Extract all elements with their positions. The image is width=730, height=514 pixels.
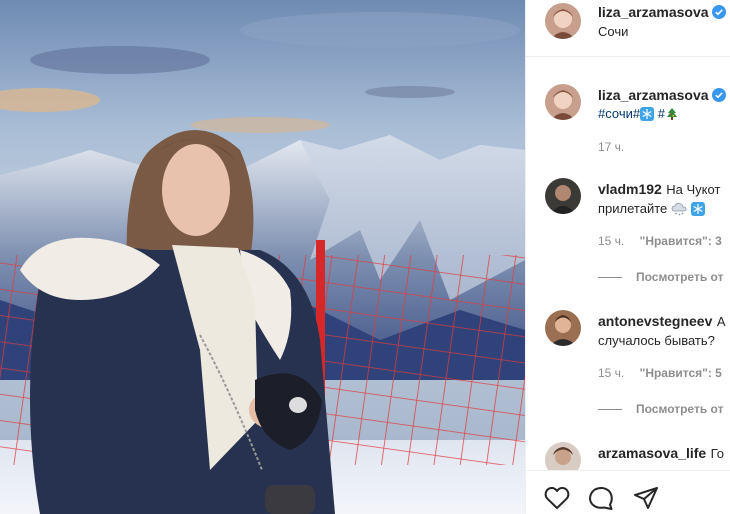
cloud-snow-emoji-icon (671, 202, 687, 219)
heart-icon[interactable] (544, 486, 570, 514)
hashtag-sochi[interactable]: #сочи (598, 106, 633, 121)
post-photo[interactable] (0, 0, 525, 514)
action-bar (526, 470, 730, 514)
avatar[interactable] (545, 3, 581, 39)
caption-avatar[interactable] (545, 84, 581, 120)
comment-text-line2: прилетайте (598, 201, 705, 219)
comment-text: Го (710, 446, 725, 461)
verified-badge-icon (711, 5, 726, 24)
divider-line (598, 277, 622, 279)
snowflake-emoji-icon (690, 202, 705, 219)
view-replies-label: Посмотреть от (636, 402, 724, 416)
comment-icon[interactable] (588, 486, 614, 514)
hashtag-tree[interactable]: # (658, 106, 665, 121)
comment-avatar[interactable] (545, 178, 581, 214)
location-link[interactable]: Сочи (598, 24, 628, 39)
header-username[interactable]: liza_arzamasova (598, 4, 709, 20)
divider-line (598, 409, 622, 411)
comment-text: А (716, 314, 726, 329)
comment-text: прилетайте (598, 201, 668, 216)
view-replies-button[interactable]: Посмотреть от (598, 270, 723, 284)
comment-username[interactable]: vladm192 (598, 181, 662, 197)
paper-plane-icon[interactable] (633, 486, 659, 514)
comment-username[interactable]: arzamasova_life (598, 445, 706, 461)
comment-likes[interactable]: "Нравится": 5 (640, 366, 722, 380)
post-side-panel: liza_arzamasova Сочи liza_arzamasova #со… (525, 0, 730, 514)
comment-text: На Чукот (666, 182, 721, 197)
comment-text-line2: случалось бывать? (598, 333, 715, 348)
christmas-tree-emoji-icon (665, 107, 679, 124)
caption-text: #сочи# # (598, 106, 679, 124)
verified-badge-icon (711, 88, 726, 107)
view-replies-button[interactable]: Посмотреть от (598, 402, 723, 416)
caption-username[interactable]: liza_arzamasova (598, 87, 709, 103)
post-header: liza_arzamasova Сочи (526, 0, 730, 57)
comment-avatar[interactable] (545, 310, 581, 346)
hashtag-snowflake[interactable]: # (633, 106, 640, 121)
comment-time[interactable]: 15 ч. (598, 366, 624, 380)
caption-time[interactable]: 17 ч. (598, 140, 624, 154)
comment-time[interactable]: 15 ч. (598, 234, 624, 248)
comment-likes[interactable]: "Нравится": 3 (640, 234, 722, 248)
view-replies-label: Посмотреть от (636, 270, 724, 284)
comment-username[interactable]: antonevstegneev (598, 313, 712, 329)
snowflake-emoji-icon (640, 107, 655, 124)
